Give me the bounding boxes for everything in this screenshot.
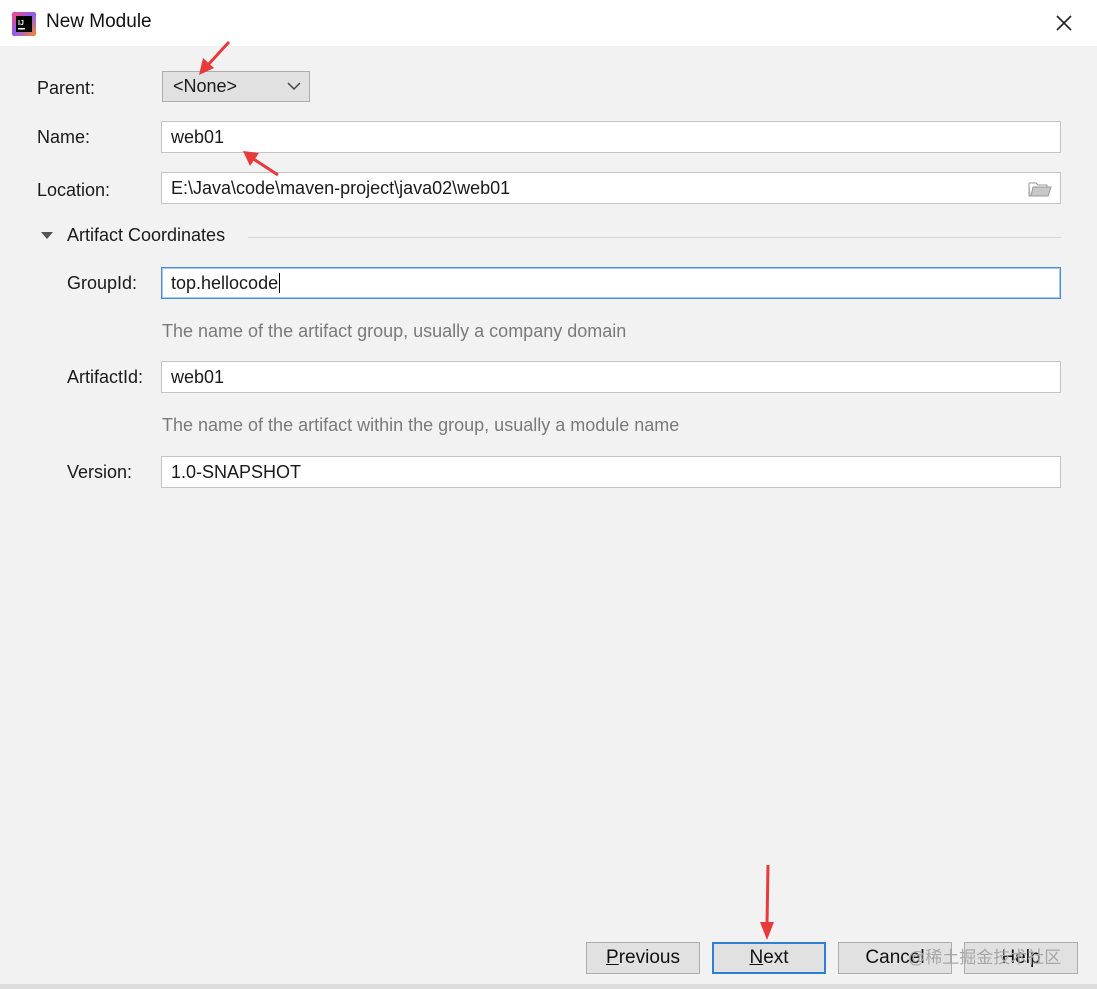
next-label: ext [763,947,789,968]
parent-dropdown[interactable]: <None> [162,71,310,102]
name-field[interactable]: web01 [161,121,1061,153]
parent-value: <None> [173,76,238,96]
window-title: New Module [46,11,152,32]
collapse-triangle-icon[interactable] [40,229,54,243]
groupid-hint: The name of the artifact group, usually … [162,321,627,341]
artifactid-hint: The name of the artifact within the grou… [162,415,680,435]
location-label: Location: [37,180,111,200]
watermark: @稀土掘金技术社区 [908,948,1062,967]
close-button[interactable] [1049,8,1079,38]
previous-mnemonic: P [606,947,619,968]
artifactid-field[interactable]: web01 [161,361,1061,393]
folder-icon[interactable] [1028,180,1052,198]
artifact-coordinates-title[interactable]: Artifact Coordinates [67,225,225,246]
location-field[interactable]: E:\Java\code\maven-project\java02\web01 [161,172,1061,204]
groupid-field[interactable]: top.hellocode [161,267,1061,299]
svg-text:IJ: IJ [18,20,24,27]
location-value: E:\Java\code\maven-project\java02\web01 [171,177,511,198]
section-divider [248,237,1061,238]
intellij-idea-icon: IJ [12,12,36,36]
groupid-label: GroupId: [67,273,138,293]
next-mnemonic: N [749,947,764,968]
chevron-down-icon [287,82,301,91]
title-bar: IJ New Module [0,0,1097,46]
artifactid-value: web01 [171,366,225,387]
bottom-strip [0,984,1097,989]
name-label: Name: [37,127,91,147]
previous-button[interactable]: Previous [586,942,700,974]
new-module-dialog: IJ New Module Parent: <None> Name: web01… [0,0,1097,989]
annotation-arrow-next [760,864,774,940]
previous-label: revious [618,947,680,968]
version-label: Version: [67,462,133,482]
next-button[interactable]: Next [712,942,826,974]
groupid-value: top.hellocode [171,272,279,293]
parent-label: Parent: [37,78,96,98]
version-field[interactable]: 1.0-SNAPSHOT [161,456,1061,488]
close-icon [1056,15,1072,31]
artifactid-label: ArtifactId: [67,367,144,387]
version-value: 1.0-SNAPSHOT [171,461,302,482]
text-caret [279,273,281,293]
name-value: web01 [171,126,225,147]
